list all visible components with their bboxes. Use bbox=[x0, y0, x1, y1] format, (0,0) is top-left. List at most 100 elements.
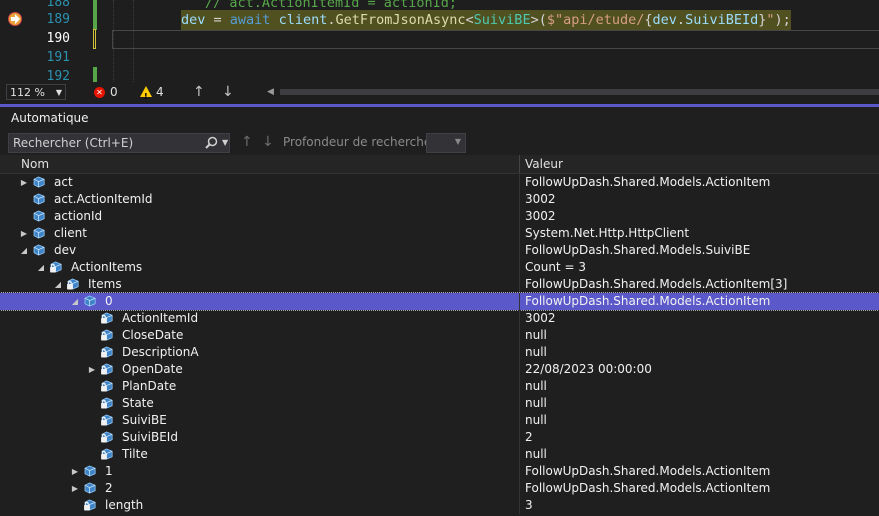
variable-value[interactable]: 22/08/2023 00:00:00 bbox=[525, 361, 652, 378]
expand-arrow-icon[interactable]: ▶ bbox=[19, 225, 29, 242]
autos-row[interactable]: State null bbox=[0, 395, 879, 412]
autos-row[interactable]: ActionItemId 3002 bbox=[0, 310, 879, 327]
expand-arrow-icon[interactable]: ▶ bbox=[70, 463, 80, 480]
autos-row[interactable]: CloseDate null bbox=[0, 327, 879, 344]
code-editor[interactable]: 188 // act.ActionItemId = actionId; 189 … bbox=[0, 0, 879, 82]
variable-value[interactable]: null bbox=[525, 395, 547, 412]
expand-arrow-icon[interactable]: ▶ bbox=[70, 480, 80, 497]
variable-name: ActionItemId bbox=[122, 311, 199, 325]
search-depth-label: Profondeur de recherche : bbox=[283, 135, 440, 149]
warning-count[interactable]: 4 bbox=[156, 82, 164, 102]
private-property-icon bbox=[101, 448, 113, 460]
variable-value[interactable]: 3002 bbox=[525, 191, 556, 208]
autos-row[interactable]: ◢ ActionItems Count = 3 bbox=[0, 259, 879, 276]
variable-value[interactable]: FollowUpDash.Shared.Models.ActionItem bbox=[525, 293, 770, 310]
variable-name: act bbox=[54, 175, 73, 189]
private-property-icon bbox=[101, 329, 113, 341]
warning-icon[interactable]: ! bbox=[140, 86, 152, 101]
collapse-arrow-icon[interactable]: ◢ bbox=[53, 276, 63, 293]
chevron-down-icon[interactable]: ▼ bbox=[222, 134, 228, 152]
variable-name: client bbox=[54, 226, 87, 240]
object-icon bbox=[84, 295, 96, 307]
variable-value[interactable]: FollowUpDash.Shared.Models.ActionItem bbox=[525, 480, 770, 497]
autos-row[interactable]: ▶ OpenDate 22/08/2023 00:00:00 bbox=[0, 361, 879, 378]
search-icon[interactable] bbox=[205, 136, 218, 149]
variable-name: CloseDate bbox=[122, 328, 184, 342]
variable-value[interactable]: Count = 3 bbox=[525, 259, 586, 276]
variable-name: dev bbox=[54, 243, 77, 257]
variable-name: SuiviBE bbox=[122, 413, 167, 427]
error-icon[interactable]: ✕ bbox=[94, 87, 105, 98]
object-icon bbox=[33, 176, 45, 188]
autos-title[interactable]: Automatique bbox=[0, 107, 879, 129]
autos-row[interactable]: Tilte null bbox=[0, 446, 879, 463]
code-line-191[interactable]: 191 bbox=[0, 48, 879, 68]
current-line-highlight bbox=[112, 30, 879, 49]
object-icon bbox=[33, 193, 45, 205]
autos-row[interactable]: ◢ 0 FollowUpDash.Shared.Models.ActionItem bbox=[0, 292, 879, 311]
horizontal-scrollbar[interactable] bbox=[280, 89, 879, 95]
autos-row[interactable]: SuiviBE null bbox=[0, 412, 879, 429]
expand-arrow-icon[interactable]: ▶ bbox=[19, 174, 29, 191]
variable-name: Items bbox=[88, 277, 122, 291]
variable-value[interactable]: 3002 bbox=[525, 208, 556, 225]
search-next-icon[interactable]: ↓ bbox=[262, 134, 274, 150]
variable-value[interactable]: System.Net.Http.HttpClient bbox=[525, 225, 689, 242]
zoom-dropdown[interactable]: 112 % ▼ bbox=[6, 84, 66, 100]
object-icon bbox=[33, 227, 45, 239]
expand-arrow-icon[interactable]: ▶ bbox=[87, 361, 97, 378]
autos-row[interactable]: PlanDate null bbox=[0, 378, 879, 395]
variable-name: actionId bbox=[54, 209, 103, 223]
collapse-arrow-icon[interactable]: ◢ bbox=[36, 259, 46, 276]
autos-row[interactable]: ▶ 2 FollowUpDash.Shared.Models.ActionItem bbox=[0, 480, 879, 497]
code-line-189[interactable]: 189 dev = await client.GetFromJsonAsync<… bbox=[0, 10, 879, 30]
variable-value[interactable]: FollowUpDash.Shared.Models.ActionItem bbox=[525, 463, 770, 480]
scroll-left-icon[interactable]: ◀ bbox=[267, 82, 274, 102]
autos-row[interactable]: actionId 3002 bbox=[0, 208, 879, 225]
autos-row[interactable]: ▶ 1 FollowUpDash.Shared.Models.ActionItem bbox=[0, 463, 879, 480]
variable-name: act.ActionItemId bbox=[54, 192, 153, 206]
variable-value[interactable]: null bbox=[525, 378, 547, 395]
line-number: 192 bbox=[46, 69, 70, 82]
autos-row[interactable]: ◢ Items FollowUpDash.Shared.Models.ActionI… bbox=[0, 276, 879, 293]
variable-name: SuiviBEId bbox=[122, 430, 178, 444]
variable-name: PlanDate bbox=[122, 379, 177, 393]
collapse-arrow-icon[interactable]: ◢ bbox=[70, 293, 80, 310]
variable-value[interactable]: FollowUpDash.Shared.Models.ActionItem[3] bbox=[525, 276, 787, 293]
search-input[interactable]: Rechercher (Ctrl+E) ▼ bbox=[8, 133, 230, 153]
column-header-value[interactable]: Valeur bbox=[525, 155, 563, 173]
autos-row[interactable]: DescriptionA null bbox=[0, 344, 879, 361]
autos-row[interactable]: length 3 bbox=[0, 497, 879, 514]
collapse-arrow-icon[interactable]: ◢ bbox=[19, 242, 29, 259]
autos-row[interactable]: ◢ dev FollowUpDash.Shared.Models.SuiviBE bbox=[0, 242, 879, 259]
arrow-down-icon[interactable]: ↓ bbox=[222, 82, 234, 102]
variable-value[interactable]: null bbox=[525, 412, 547, 429]
variable-value[interactable]: FollowUpDash.Shared.Models.ActionItem bbox=[525, 174, 770, 191]
object-icon bbox=[84, 465, 96, 477]
autos-row[interactable]: ▶ client System.Net.Http.HttpClient bbox=[0, 225, 879, 242]
variable-value[interactable]: null bbox=[525, 446, 547, 463]
object-icon bbox=[33, 244, 45, 256]
error-count[interactable]: 0 bbox=[110, 82, 118, 102]
editor-status-bar: 112 % ▼ ✕ 0 ! 4 ↑ ↓ ◀ bbox=[0, 82, 879, 102]
autos-row[interactable]: ▶ act FollowUpDash.Shared.Models.ActionIte… bbox=[0, 174, 879, 191]
arrow-up-icon[interactable]: ↑ bbox=[193, 82, 205, 102]
column-resizer[interactable] bbox=[519, 155, 520, 173]
variable-value[interactable]: 2 bbox=[525, 429, 533, 446]
column-header-name[interactable]: Nom bbox=[21, 155, 49, 173]
autos-row[interactable]: SuiviBEId 2 bbox=[0, 429, 879, 446]
autos-toolbar: Rechercher (Ctrl+E) ▼ ↑ ↓ Profondeur de … bbox=[0, 131, 879, 155]
variable-value[interactable]: FollowUpDash.Shared.Models.SuiviBE bbox=[525, 242, 750, 259]
search-previous-icon[interactable]: ↑ bbox=[241, 134, 253, 150]
variable-name: 0 bbox=[105, 294, 113, 308]
private-property-icon bbox=[101, 363, 113, 375]
current-statement: dev = await client.GetFromJsonAsync<Suiv… bbox=[181, 10, 791, 30]
variable-value[interactable]: 3 bbox=[525, 497, 533, 514]
variable-value[interactable]: null bbox=[525, 327, 547, 344]
autos-row[interactable]: act.ActionItemId 3002 bbox=[0, 191, 879, 208]
code-line-192[interactable]: 192 bbox=[0, 67, 879, 82]
variable-name: Tilte bbox=[122, 447, 148, 461]
variable-value[interactable]: 3002 bbox=[525, 310, 556, 327]
variable-value[interactable]: null bbox=[525, 344, 547, 361]
search-depth-dropdown[interactable]: ▼ bbox=[426, 133, 466, 153]
